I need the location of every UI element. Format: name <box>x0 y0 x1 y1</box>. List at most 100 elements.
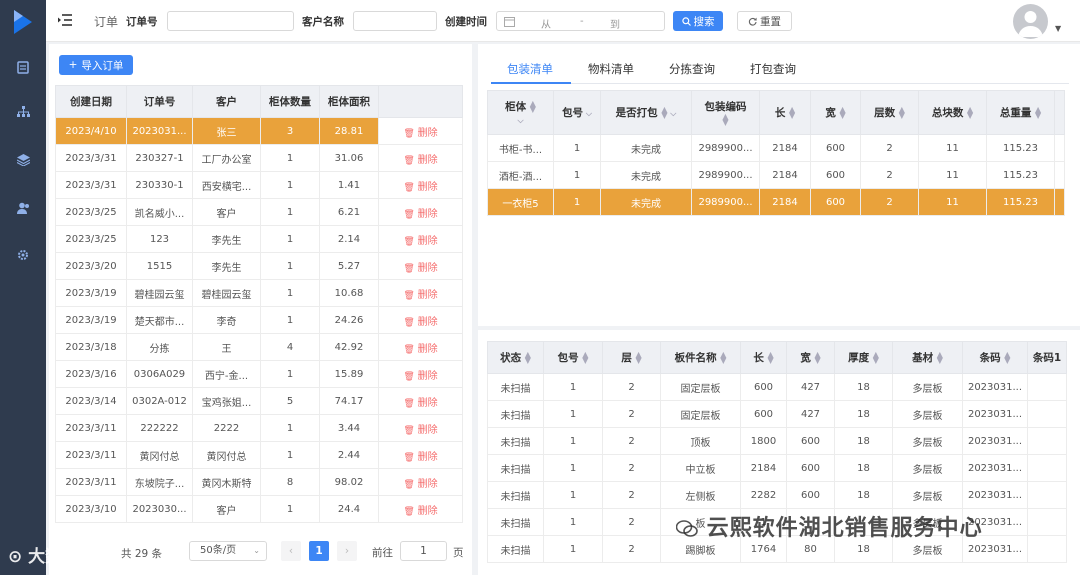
packing-cell: 115.23 <box>986 161 1055 189</box>
order-cell: 0306A029 <box>126 360 193 388</box>
prev-page-button[interactable]: ‹ <box>281 541 301 561</box>
col-header-length[interactable]: 长 ▲ ▼ <box>759 90 811 135</box>
order-row[interactable]: 2023/3/11 东坡院子... 黄冈木斯特 8 98.02 🗑 删除 <box>55 468 463 496</box>
col-header-cabinet[interactable]: 柜体 ▲ ▼ ⌵ <box>487 90 554 135</box>
col-header-substrate[interactable]: 基材 ▲ ▼ <box>892 341 963 374</box>
order-cell: 230330-1 <box>126 171 193 199</box>
board-cell: 1 <box>543 373 603 401</box>
delete-button[interactable]: 🗑 删除 <box>403 290 437 301</box>
col-header-package-no[interactable]: 包号 ⌵ <box>553 90 601 135</box>
delete-button[interactable]: 🗑 删除 <box>403 425 437 436</box>
col-header-thickness[interactable]: 厚度 ▲ ▼ <box>834 341 893 374</box>
chevron-down-icon[interactable]: ▼ <box>1055 24 1061 33</box>
delete-button[interactable]: 🗑 删除 <box>403 128 437 139</box>
order-row[interactable]: 2023/3/19 楚天都市... 李奇 1 24.26 🗑 删除 <box>55 306 463 334</box>
delete-button[interactable]: 🗑 删除 <box>403 506 437 517</box>
settings-icon[interactable] <box>14 246 32 264</box>
customer-input[interactable] <box>353 11 437 31</box>
order-row[interactable]: 2023/3/31 230330-1 西安横宅... 1 1.41 🗑 删除 <box>55 171 463 199</box>
order-row[interactable]: 2023/3/25 凯名威小... 客户 1 6.21 🗑 删除 <box>55 198 463 226</box>
col-header-total-weight[interactable]: 总重量 ▲ ▼ <box>986 90 1055 135</box>
delete-label: 删除 <box>417 478 438 490</box>
orders-header-row: 创建日期 订单号 客户 柜体数量 柜体面积 <box>55 85 463 118</box>
packing-row[interactable]: 一衣柜5 1 未完成 2989900... 2184 600 2 11 115.23 <box>487 188 1065 216</box>
order-row[interactable]: 2023/3/14 0302A-012 宝鸡张姐... 5 74.17 🗑 删除 <box>55 387 463 415</box>
col-header-width[interactable]: 宽 ▲ ▼ <box>786 341 835 374</box>
col-header-barcode[interactable]: 条码 ▲ ▼ <box>962 341 1028 374</box>
layers-icon[interactable] <box>14 151 32 169</box>
current-page-button[interactable]: 1 <box>309 541 329 561</box>
goto-page-input[interactable]: 1 <box>400 541 447 561</box>
trash-icon: 🗑 <box>403 371 418 382</box>
col-header-length[interactable]: 长 ▲ ▼ <box>740 341 787 374</box>
order-cell: 1 <box>260 495 320 523</box>
col-header-width[interactable]: 宽 ▲ ▼ <box>810 90 861 135</box>
date-range-picker[interactable]: 从 - 到 <box>496 11 665 31</box>
tab-material-list[interactable]: 物料清单 <box>588 61 634 77</box>
order-row[interactable]: 2023/3/18 分拣王 4 42.92 🗑 删除 <box>55 333 463 361</box>
users-icon[interactable] <box>14 199 32 217</box>
col-header-layers[interactable]: 层数 ▲ ▼ <box>860 90 919 135</box>
col-header-layer[interactable]: 层 ▲ ▼ <box>602 341 661 374</box>
delete-button[interactable]: 🗑 删除 <box>403 263 437 274</box>
order-row[interactable]: 2023/3/11 222222 2222 1 3.44 🗑 删除 <box>55 414 463 442</box>
order-actions-cell: 🗑 删除 <box>378 117 463 145</box>
order-no-input[interactable] <box>167 11 294 31</box>
col-header-total-blocks[interactable]: 总块数 ▲ ▼ <box>918 90 987 135</box>
col-header-packed[interactable]: 是否打包 ▲ ▼ ⌵ <box>600 90 692 135</box>
col-header-status[interactable]: 状态 ▲ ▼ <box>487 341 544 374</box>
delete-button[interactable]: 🗑 删除 <box>403 236 437 247</box>
col-header-package-code[interactable]: 包装编码 ▲ ▼ <box>691 90 760 135</box>
col-header-created-date[interactable]: 创建日期 <box>55 85 127 118</box>
packing-row[interactable]: 酒柜-酒... 1 未完成 2989900... 2184 600 2 11 115.23 <box>487 161 1065 189</box>
tab-sorting-query[interactable]: 分拣查询 <box>669 61 715 77</box>
col-header-order-no[interactable]: 订单号 <box>126 85 193 118</box>
delete-button[interactable]: 🗑 删除 <box>403 182 437 193</box>
org-tree-icon[interactable] <box>14 103 32 121</box>
col-header-customer[interactable]: 客户 <box>192 85 261 118</box>
packing-row[interactable]: 书柜-书... 1 未完成 2989900... 2184 600 2 11 115.23 <box>487 134 1065 162</box>
order-row[interactable]: 2023/3/25 123 李先生 1 2.14 🗑 删除 <box>55 225 463 253</box>
site-logo-icon: ⊙ <box>8 547 23 567</box>
col-header-barcode-1[interactable]: 条码1 <box>1027 341 1067 374</box>
delete-button[interactable]: 🗑 删除 <box>403 398 437 409</box>
document-icon[interactable] <box>14 58 32 76</box>
delete-button[interactable]: 🗑 删除 <box>403 479 437 490</box>
next-page-button[interactable]: › <box>337 541 357 561</box>
tab-packing-list[interactable]: 包装清单 <box>507 61 553 77</box>
board-cell: 多层板 <box>892 454 963 482</box>
wechat-watermark: 云熙软件湖北销售服务中心 <box>675 510 983 542</box>
order-cell: 3 <box>260 117 320 145</box>
order-row[interactable]: 2023/3/20 1515 李先生 1 5.27 🗑 删除 <box>55 252 463 280</box>
import-order-button[interactable]: + 导入订单 <box>59 55 133 75</box>
reset-button[interactable]: 重置 <box>737 11 792 31</box>
delete-button[interactable]: 🗑 删除 <box>403 317 437 328</box>
board-row[interactable]: 未扫描 1 2 固定层板 600 427 18 多层板 2023031... <box>487 373 1067 401</box>
order-row[interactable]: 2023/3/11 黄冈付总 黄冈付总 1 2.44 🗑 删除 <box>55 441 463 469</box>
delete-button[interactable]: 🗑 删除 <box>403 155 437 166</box>
delete-button[interactable]: 🗑 删除 <box>403 452 437 463</box>
order-row[interactable]: 2023/3/31 230327-1 工厂办公室 1 31.06 🗑 删除 <box>55 144 463 172</box>
order-row[interactable]: 2023/4/10 2023031... 张三 3 28.81 🗑 删除 <box>55 117 463 145</box>
col-header-package-no[interactable]: 包号 ▲ ▼ <box>543 341 603 374</box>
menu-toggle-icon[interactable] <box>58 13 72 27</box>
user-avatar[interactable] <box>1013 4 1048 39</box>
search-button[interactable]: 搜索 <box>673 11 723 31</box>
board-row[interactable]: 未扫描 1 2 顶板 1800 600 18 多层板 2023031... <box>487 427 1067 455</box>
board-row[interactable]: 未扫描 1 2 左侧板 2282 600 18 多层板 2023031... <box>487 481 1067 509</box>
delete-button[interactable]: 🗑 删除 <box>403 344 437 355</box>
order-row[interactable]: 2023/3/16 0306A029 西宁-金... 1 15.89 🗑 删除 <box>55 360 463 388</box>
order-row[interactable]: 2023/3/10 2023030... 客户 1 24.4 🗑 删除 <box>55 495 463 523</box>
board-row[interactable]: 未扫描 1 2 中立板 2184 600 18 多层板 2023031... <box>487 454 1067 482</box>
tab-pack-query[interactable]: 打包查询 <box>750 61 796 77</box>
col-header-cabinet-count[interactable]: 柜体数量 <box>260 85 320 118</box>
col-header-board-name[interactable]: 板件名称 ▲ ▼ <box>660 341 741 374</box>
order-row[interactable]: 2023/3/19 碧桂园云玺 碧桂园云玺 1 10.68 🗑 删除 <box>55 279 463 307</box>
page-size-select[interactable]: 50条/页 ⌄ <box>189 541 267 561</box>
board-row[interactable]: 未扫描 1 2 固定层板 600 427 18 多层板 2023031... <box>487 400 1067 428</box>
delete-button[interactable]: 🗑 删除 <box>403 209 437 220</box>
trash-icon: 🗑 <box>403 344 418 355</box>
delete-button[interactable]: 🗑 删除 <box>403 371 437 382</box>
col-header-cabinet-area[interactable]: 柜体面积 <box>319 85 379 118</box>
sort-icon: ▲ ▼ <box>936 350 943 365</box>
